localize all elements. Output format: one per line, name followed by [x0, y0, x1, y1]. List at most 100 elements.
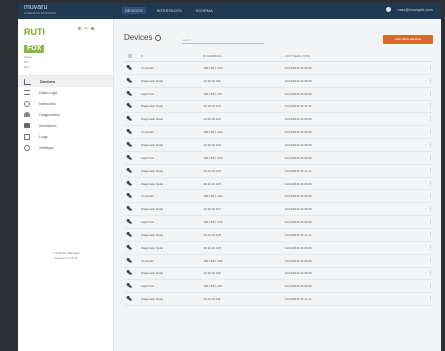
table-row[interactable]: Diagnostic Node 10.10.10.122 11/14/2016 … — [124, 101, 433, 114]
wrench-icon — [126, 284, 133, 289]
device-ip: 10.10.10.126 — [203, 181, 221, 186]
device-last-seen: 11/14/2016 11:08:40 — [284, 181, 312, 186]
wrench-icon — [126, 78, 133, 84]
user-menu[interactable]: user@example.com — [397, 7, 433, 12]
row-menu-icon[interactable]: ⋮ — [424, 181, 433, 187]
device-name: Light Unit — [141, 284, 154, 289]
table-row[interactable]: Diagnostic Node 10.10.10.127 11/14/2016 … — [124, 203, 433, 217]
status-indicators: 5% — [78, 26, 95, 30]
sidebar-item-label: Logs — [39, 134, 48, 139]
table-row[interactable]: Diagnostic Node 10.10.10.126 11/14/2016 … — [124, 178, 433, 191]
nav-devices[interactable]: DEVICES — [122, 7, 146, 14]
table-row[interactable]: Diagnostic Node 10.10.10.125 11/14/2016 … — [124, 165, 433, 178]
row-menu-icon[interactable]: ⋮ — [424, 296, 433, 302]
table-row[interactable]: Light Unit 192.168.1.101 11/14/2016 11:0… — [124, 88, 433, 101]
site-logo: RUTI FOX — [24, 28, 60, 53]
device-ip: 192.168.1.102 — [203, 130, 223, 135]
wrench-icon — [126, 129, 133, 135]
sidebar-item-label: Networks — [39, 101, 56, 106]
device-name: Diagnostic Node — [141, 271, 164, 276]
device-last-seen: 11/14/2016 11:11:11 — [284, 104, 312, 109]
row-menu-icon[interactable]: ⋮ — [424, 129, 433, 135]
table-body: Controller 192.168.1.100 11/14/2016 11:0… — [124, 62, 433, 307]
device-last-seen: 11/14/2016 11:08:40 — [284, 245, 312, 250]
table-row[interactable]: Light Unit 192.168.1.105 11/14/2016 11:0… — [124, 216, 433, 229]
device-last-seen: 11/14/2016 11:08:40 — [284, 65, 312, 70]
table-row[interactable]: Controller 192.168.1.106 11/14/2016 11:0… — [124, 255, 433, 268]
help-icon[interactable] — [386, 7, 392, 12]
device-name: Diagnostic Node — [141, 297, 164, 302]
table-row[interactable]: Diagnostic Node 10.10.10.128 11/14/2016 … — [124, 229, 433, 242]
row-menu-icon[interactable]: ⋮ — [424, 78, 433, 84]
device-name: Diagnostic Node — [141, 142, 164, 147]
table-row[interactable]: Light Unit 192.168.1.107 11/14/2016 11:0… — [124, 280, 433, 294]
row-menu-icon[interactable]: ⋮ — [424, 245, 433, 251]
table-row[interactable]: Diagnostic Node 10.10.10.123 11/14/2016 … — [124, 113, 433, 127]
device-last-seen: 11/14/2016 11:11:11 — [284, 297, 312, 302]
row-icon-cell — [124, 245, 135, 250]
sidebar-item-diagnostics[interactable]: Diagnostics — [18, 109, 113, 120]
row-menu-icon[interactable]: ⋮ — [424, 283, 433, 289]
row-icon-cell — [124, 271, 135, 276]
sidebar-item-logs[interactable]: Logs — [18, 131, 113, 142]
device-name: Controller — [141, 65, 155, 70]
row-menu-icon[interactable]: ⋮ — [424, 219, 433, 225]
table-row[interactable]: Diagnostic Node 10.10.10.121 11/14/2016 … — [124, 75, 433, 88]
table-row[interactable]: Diagnostic Node 10.10.10.124 11/14/2016 … — [124, 139, 433, 152]
wrench-icon — [126, 245, 133, 250]
table-row[interactable]: Controller 192.168.1.104 11/14/2016 11:0… — [124, 190, 433, 204]
top-bar: muvaru A SIEMENS BUSINESS DEVICES INTERF… — [18, 3, 441, 19]
row-menu-icon[interactable]: ⋮ — [424, 206, 433, 212]
status-dot-icon — [78, 26, 81, 30]
column-header-ip[interactable]: IP ADDRESS — [203, 54, 285, 58]
table-row[interactable]: Controller 192.168.1.100 11/14/2016 11:0… — [124, 62, 433, 75]
wrench-icon — [126, 271, 133, 276]
nav-schema[interactable]: SCHEMA — [193, 7, 216, 14]
search-icon[interactable] — [155, 34, 162, 41]
row-icon-cell — [124, 194, 135, 199]
table-row[interactable]: Diagnostic Node 10.10.10.130 11/14/2016 … — [124, 268, 433, 281]
device-name: Light Unit — [141, 220, 154, 225]
device-name: Controller — [141, 258, 155, 263]
row-menu-icon[interactable]: ⋮ — [424, 193, 433, 199]
header-checkbox[interactable] — [124, 54, 135, 58]
row-menu-icon[interactable]: ⋮ — [424, 155, 433, 161]
brand-logo[interactable]: muvaru A SIEMENS BUSINESS — [24, 4, 56, 15]
device-name: Controller — [141, 130, 155, 135]
row-menu-icon[interactable]: ⋮ — [424, 142, 433, 148]
top-nav: DEVICES INTERFACES SCHEMA — [122, 7, 216, 14]
table-row[interactable]: Controller 192.168.1.102 11/14/2016 11:0… — [124, 126, 433, 140]
row-menu-icon[interactable]: ⋮ — [424, 270, 433, 276]
nav-interfaces[interactable]: INTERFACES — [154, 7, 185, 14]
row-menu-icon[interactable]: ⋮ — [424, 65, 433, 71]
sidebar-item-interfaces[interactable]: Interfaces — [18, 120, 113, 131]
row-menu-icon[interactable]: ⋮ — [424, 91, 433, 97]
table-row[interactable]: Light Unit 192.168.1.103 11/14/2016 11:0… — [124, 152, 433, 165]
row-menu-icon[interactable]: ⋮ — [424, 116, 433, 122]
row-menu-icon[interactable]: ⋮ — [424, 168, 433, 174]
table-row[interactable]: Diagnostic Node 10.10.10.131 11/14/2016 … — [124, 293, 433, 307]
column-header-index[interactable]: # — [135, 54, 203, 58]
brand-subtitle: A SIEMENS BUSINESS — [24, 11, 57, 15]
row-menu-icon[interactable]: ⋮ — [424, 258, 433, 264]
row-icon-cell — [124, 168, 135, 173]
table-row[interactable]: Diagnostic Node 10.10.10.129 11/14/2016 … — [124, 242, 433, 255]
add-device-button[interactable]: ADD NEW DEVICE — [383, 35, 433, 44]
row-icon-cell — [124, 232, 135, 238]
sidebar-item-label: Diagnostics — [39, 112, 60, 117]
sidebar-item-settings[interactable]: Settings — [18, 142, 113, 153]
sidebar-item-networks[interactable]: Networks — [18, 98, 113, 109]
device-ip: 10.10.10.124 — [203, 142, 221, 147]
sidebar-item-devices[interactable]: Devices — [18, 76, 113, 87]
meta-line: info — [24, 65, 29, 69]
device-last-seen: 11/14/2016 11:08:40 — [284, 91, 312, 96]
wrench-icon — [126, 206, 133, 212]
column-header-last-seen[interactable]: LAST SEEN (UTC) — [285, 54, 424, 58]
folder-icon — [24, 123, 30, 128]
device-ip: 192.168.1.100 — [203, 65, 223, 70]
row-menu-icon[interactable]: ⋮ — [424, 103, 433, 109]
row-menu-icon[interactable]: ⋮ — [424, 232, 433, 238]
search-input[interactable]: search — [182, 38, 264, 44]
brand-name: muvaru — [24, 4, 48, 11]
sidebar-item-data-logs[interactable]: Data Logs — [18, 87, 113, 98]
